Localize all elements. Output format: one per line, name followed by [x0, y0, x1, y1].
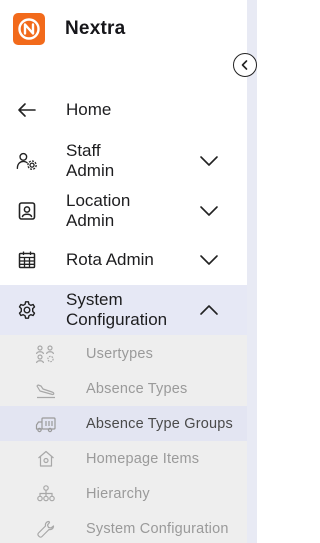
plane-landing-icon: [35, 378, 57, 400]
arrow-left-icon: [16, 99, 38, 121]
nextra-logo-icon: [13, 13, 45, 45]
collapse-sidebar-button[interactable]: [233, 53, 257, 77]
nav-label-rota-admin: Rota Admin: [66, 250, 154, 269]
usertypes-icon: [35, 343, 57, 365]
brand-name: Nextra: [65, 18, 126, 39]
home-icon: [35, 448, 57, 470]
nav-label-system-configuration-line1: System: [66, 290, 123, 309]
gear-icon: [16, 299, 38, 321]
submenu-label-hierarchy: Hierarchy: [86, 485, 150, 502]
sidebar-scrollbar[interactable]: [247, 0, 257, 543]
nav-item-staff-admin[interactable]: Staff Admin: [0, 138, 247, 184]
submenu-label-homepage-items: Homepage Items: [86, 450, 200, 467]
id-card-icon: [16, 200, 38, 222]
chevron-down-icon[interactable]: [198, 249, 220, 271]
nav-label-system-configuration-line2: Configuration: [66, 310, 168, 329]
submenu-item-hierarchy[interactable]: Hierarchy: [0, 476, 247, 511]
submenu-item-absence-type-groups[interactable]: Absence Type Groups: [0, 406, 247, 441]
nav-label-location-admin-line1: Location: [66, 191, 131, 210]
sidebar: Nextra Home Staff Admin Location Admin R…: [0, 0, 247, 543]
chevron-down-icon[interactable]: [198, 150, 220, 172]
system-configuration-submenu: Usertypes Absence Types Absence Type Gro…: [0, 335, 247, 543]
nav-label-home: Home: [66, 100, 112, 119]
submenu-item-usertypes[interactable]: Usertypes: [0, 336, 247, 371]
nav-label-staff-admin: Staff Admin: [66, 141, 114, 181]
submenu-item-absence-types[interactable]: Absence Types: [0, 371, 247, 406]
submenu-label-absence-types: Absence Types: [86, 380, 188, 397]
nav-item-system-configuration[interactable]: System Configuration: [0, 285, 247, 335]
users-gear-icon: [16, 150, 38, 172]
submenu-label-absence-type-groups: Absence Type Groups: [86, 415, 234, 432]
nav-item-rota-admin[interactable]: Rota Admin: [0, 240, 247, 280]
submenu-label-system-configuration: System Configuration: [86, 520, 229, 537]
nav-label-staff-admin-line1: Staff: [66, 141, 101, 160]
submenu-label-usertypes: Usertypes: [86, 345, 154, 362]
nav-label-location-admin-line2: Admin: [66, 211, 115, 230]
nav-label-system-configuration: System Configuration: [66, 290, 167, 330]
chevron-up-icon[interactable]: [198, 299, 220, 321]
submenu-item-homepage-items[interactable]: Homepage Items: [0, 441, 247, 476]
hierarchy-icon: [35, 483, 57, 505]
chevron-down-icon[interactable]: [198, 200, 220, 222]
chevron-left-circle-icon: [239, 59, 251, 71]
brand[interactable]: Nextra: [13, 13, 125, 45]
nav-label-staff-admin-line2: Admin: [66, 161, 115, 180]
nav-item-home[interactable]: Home: [0, 92, 247, 128]
submenu-item-system-configuration[interactable]: System Configuration: [0, 511, 247, 543]
nav-item-location-admin[interactable]: Location Admin: [0, 188, 247, 234]
nav-label-location-admin: Location Admin: [66, 191, 130, 231]
truck-icon: [35, 413, 57, 435]
wrench-icon: [35, 518, 57, 540]
calendar-icon: [16, 249, 38, 271]
